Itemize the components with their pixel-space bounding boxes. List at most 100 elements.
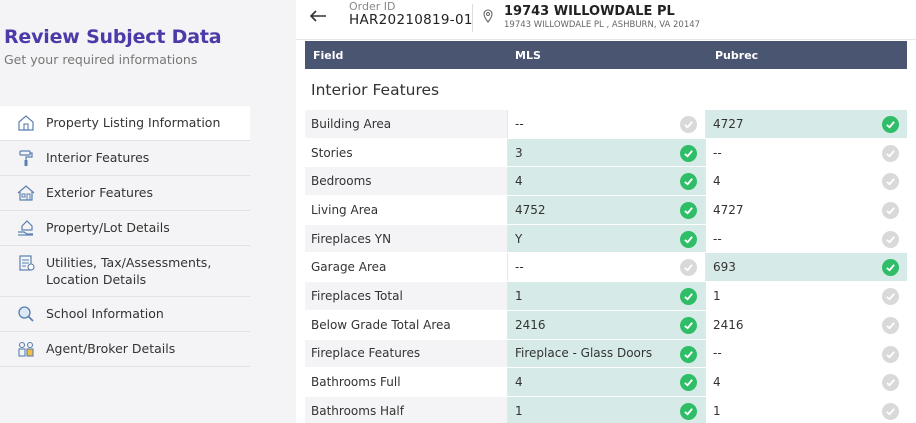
sidebar-nav: Property Listing Information Interior Fe… <box>0 106 250 367</box>
check-circle-icon[interactable] <box>882 402 899 420</box>
pubrec-cell[interactable]: 1 <box>705 282 907 310</box>
comparison-table: Building Area -- 4727 Stories 3 -- Bedrooms 4 4 L… <box>305 110 907 423</box>
mls-value: -- <box>515 116 524 131</box>
mls-value: 1 <box>515 288 523 303</box>
address-line2: 19743 WILLOWDALE PL , ASHBURN, VA 20147 <box>504 20 701 30</box>
house-icon <box>16 114 36 132</box>
check-circle-icon[interactable] <box>680 288 697 306</box>
check-circle-icon[interactable] <box>882 259 899 277</box>
mls-cell[interactable]: Y <box>507 224 705 253</box>
mls-cell[interactable]: 1 <box>507 282 705 310</box>
check-circle-icon[interactable] <box>680 402 697 420</box>
sidebar-item-label: School Information <box>46 306 164 321</box>
check-circle-icon[interactable] <box>680 259 697 277</box>
check-circle-icon[interactable] <box>680 230 697 248</box>
hand-house-icon <box>16 219 36 237</box>
back-arrow-icon[interactable] <box>306 4 330 28</box>
table-row: Bathrooms Half 1 1 <box>305 396 907 423</box>
field-label: Fireplace Features <box>311 346 421 361</box>
pubrec-cell[interactable]: -- <box>705 138 907 167</box>
sidebar-item-label: Interior Features <box>46 150 150 165</box>
sidebar-item-utilities-tax[interactable]: Utilities, Tax/Assessments, Location Det… <box>0 246 250 297</box>
sidebar-item-property-lot-details[interactable]: Property/Lot Details <box>0 211 250 246</box>
table-row: Garage Area -- 693 <box>305 253 907 283</box>
check-circle-icon[interactable] <box>680 116 697 133</box>
sidebar-item-exterior-features[interactable]: Exterior Features <box>0 176 250 211</box>
field-cell: Building Area <box>305 110 507 138</box>
sidebar-item-label: Agent/Broker Details <box>46 341 176 356</box>
table-row: Fireplaces Total 1 1 <box>305 282 907 311</box>
table-row: Stories 3 -- <box>305 138 907 168</box>
check-circle-icon[interactable] <box>882 345 899 363</box>
order-id-value: HAR20210819-01 <box>349 12 473 28</box>
check-circle-icon[interactable] <box>680 202 697 220</box>
mls-cell[interactable]: 3 <box>507 138 705 167</box>
house-exterior-icon <box>16 184 36 202</box>
mls-cell[interactable]: Fireplace - Glass Doors <box>507 339 705 368</box>
check-circle-icon[interactable] <box>882 374 899 392</box>
pubrec-cell[interactable]: 4727 <box>705 110 907 138</box>
check-circle-icon[interactable] <box>882 116 899 133</box>
mls-cell[interactable]: 1 <box>507 396 705 423</box>
check-circle-icon[interactable] <box>882 202 899 220</box>
sidebar-subtitle: Get your required informations <box>4 52 198 67</box>
section-title: Interior Features <box>311 81 440 99</box>
sidebar-item-interior-features[interactable]: Interior Features <box>0 141 250 176</box>
table-header: Field MLS Pubrec <box>305 41 907 69</box>
mls-cell[interactable]: 4 <box>507 167 705 196</box>
pubrec-value: 2416 <box>713 317 744 332</box>
field-cell: Fireplace Features <box>305 339 507 368</box>
sidebar-item-school-information[interactable]: School Information <box>0 297 250 332</box>
mls-value: Fireplace - Glass Doors <box>515 346 653 361</box>
table-row: Bedrooms 4 4 <box>305 167 907 197</box>
check-circle-icon[interactable] <box>680 345 697 363</box>
location-pin-icon <box>481 8 495 23</box>
sidebar-item-property-listing[interactable]: Property Listing Information <box>0 106 250 141</box>
field-label: Bathrooms Full <box>311 375 401 390</box>
pubrec-value: 4727 <box>713 202 744 217</box>
pubrec-cell[interactable]: 4 <box>705 167 907 196</box>
paint-roller-icon <box>16 149 36 167</box>
mls-value: 4 <box>515 375 523 390</box>
field-label: Bedrooms <box>311 174 372 189</box>
mls-cell[interactable]: 4752 <box>507 196 705 224</box>
pubrec-cell[interactable]: -- <box>705 224 907 253</box>
pubrec-value: 1 <box>713 288 721 303</box>
check-circle-icon[interactable] <box>680 316 697 334</box>
check-circle-icon[interactable] <box>882 173 899 191</box>
pubrec-cell[interactable]: 4 <box>705 368 907 396</box>
check-circle-icon[interactable] <box>882 288 899 306</box>
pubrec-cell[interactable]: 2416 <box>705 310 907 339</box>
pubrec-cell[interactable]: 693 <box>705 253 907 282</box>
main-panel: Order ID HAR20210819-01 19743 WILLOWDALE… <box>296 0 916 423</box>
mls-value: 1 <box>515 403 523 418</box>
field-label: Fireplaces Total <box>311 288 403 303</box>
mls-cell[interactable]: -- <box>507 253 705 282</box>
field-cell: Bathrooms Full <box>305 368 507 396</box>
table-row: Bathrooms Full 4 4 <box>305 368 907 397</box>
sidebar-item-agent-broker[interactable]: Agent/Broker Details <box>0 332 250 367</box>
field-cell: Stories <box>305 139 507 167</box>
sidebar-item-label: Property/Lot Details <box>46 220 170 235</box>
mls-cell[interactable]: -- <box>507 110 705 138</box>
check-circle-icon[interactable] <box>882 316 899 334</box>
mls-cell[interactable]: 2416 <box>507 310 705 339</box>
check-circle-icon[interactable] <box>882 144 899 162</box>
pubrec-cell[interactable]: 4727 <box>705 196 907 224</box>
field-label: Stories <box>311 145 353 160</box>
table-row: Fireplaces YN Y -- <box>305 224 907 254</box>
check-circle-icon[interactable] <box>680 144 697 162</box>
mls-cell[interactable]: 4 <box>507 368 705 396</box>
check-circle-icon[interactable] <box>882 230 899 248</box>
field-cell: Fireplaces YN <box>305 224 507 253</box>
check-circle-icon[interactable] <box>680 173 697 191</box>
sidebar-item-label: Utilities, Tax/Assessments, Location Det… <box>46 255 212 287</box>
check-circle-icon[interactable] <box>680 374 697 392</box>
column-header-mls: MLS <box>515 48 541 62</box>
field-cell: Garage Area <box>305 253 507 281</box>
pubrec-cell[interactable]: 1 <box>705 396 907 423</box>
table-row: Below Grade Total Area 2416 2416 <box>305 310 907 340</box>
field-label: Garage Area <box>311 260 387 275</box>
pubrec-cell[interactable]: -- <box>705 339 907 368</box>
column-header-pubrec: Pubrec <box>715 48 759 62</box>
